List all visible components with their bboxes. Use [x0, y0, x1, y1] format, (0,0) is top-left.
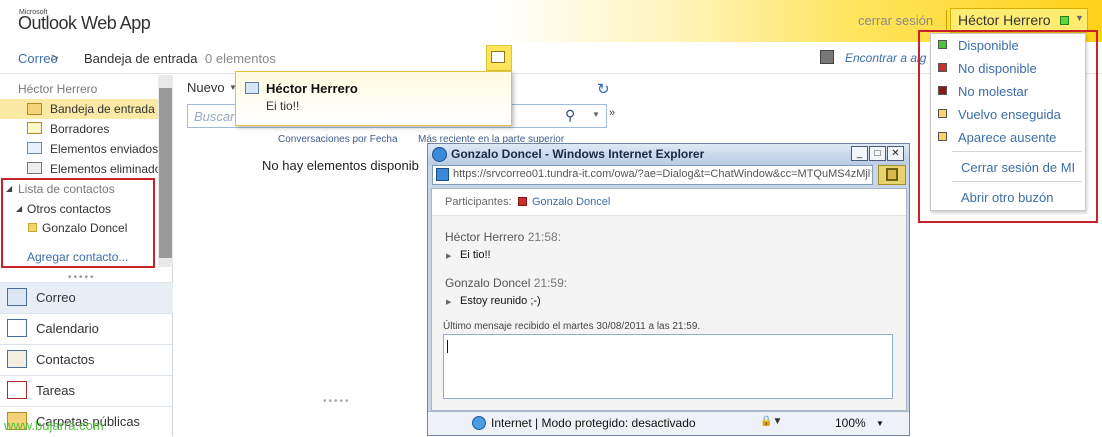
sort-by-dropdown[interactable]: Conversaciones por Fecha [278, 134, 398, 145]
participants-label: Participantes: [445, 196, 512, 208]
message-sender: Gonzalo Doncel 21:59: [445, 276, 568, 290]
other-contacts-group[interactable]: Otros contactos [27, 202, 111, 216]
minimize-button[interactable]: _ [851, 146, 868, 161]
message-text: Estoy reunido ;-) [460, 295, 541, 307]
expand-search-icon[interactable]: » [609, 107, 615, 119]
message-time: 21:59: [533, 276, 568, 290]
address-book-icon[interactable] [820, 50, 834, 64]
maximize-button[interactable]: □ [869, 146, 886, 161]
chevron-down-icon[interactable]: ▼ [1075, 13, 1084, 23]
zoom-level[interactable]: 100% [835, 416, 866, 430]
presence-available-icon [938, 40, 947, 49]
presence-available-icon [1060, 16, 1069, 25]
module-label[interactable]: Calendario [36, 321, 99, 336]
search-icon[interactable]: ⚲ [565, 107, 575, 124]
find-someone-link[interactable]: Encontrar a alg [845, 51, 926, 65]
page-icon [436, 168, 449, 181]
breadcrumb-folder: Bandeja de entrada [84, 51, 198, 66]
message-text: Ei tio!! [460, 249, 491, 261]
open-other-mailbox[interactable]: Abrir otro buzón [961, 190, 1054, 205]
globe-icon [472, 416, 486, 430]
breadcrumb-separator: > [51, 50, 59, 65]
folder-label[interactable]: Bandeja de entrada [50, 102, 155, 116]
deleted-items-icon [27, 162, 42, 174]
toast-sender[interactable]: Héctor Herrero [266, 81, 358, 96]
text-caret [447, 340, 448, 353]
module-label[interactable]: Tareas [36, 383, 75, 398]
signout-link[interactable]: cerrar sesión [858, 13, 933, 28]
header-divider [946, 10, 947, 32]
contact-gonzalo[interactable]: Gonzalo Doncel [42, 221, 127, 235]
calendar-icon [7, 319, 27, 337]
presence-menu [930, 33, 1086, 211]
app-logo: Outlook Web App [18, 13, 151, 33]
folder-drafts[interactable]: Borradores [50, 122, 109, 136]
last-message-info: Último mensaje recibido el martes 30/08/… [443, 321, 701, 332]
chat-bubble-icon [245, 82, 259, 94]
presence-away-icon [938, 132, 947, 141]
presence-brb-icon [938, 109, 947, 118]
chat-bubble-icon[interactable] [491, 51, 505, 63]
presence-brb[interactable]: Vuelvo enseguida [958, 107, 1061, 122]
new-button[interactable]: Nuevo [187, 80, 225, 95]
resize-grip[interactable]: ••••• [323, 396, 351, 407]
collapse-triangle-icon[interactable]: ◢ [16, 204, 22, 213]
collapse-triangle-icon[interactable]: ◢ [6, 184, 12, 193]
message-time: 21:58: [527, 230, 562, 244]
drafts-icon [27, 122, 42, 134]
contacts-icon [7, 350, 27, 368]
message-sender: Héctor Herrero 21:58: [445, 230, 562, 244]
menu-divider [952, 181, 1082, 182]
presence-busy[interactable]: No disponible [958, 61, 1037, 76]
module-label[interactable]: Correo [36, 290, 76, 305]
presence-away-icon [28, 223, 37, 232]
presence-dnd[interactable]: No molestar [958, 84, 1028, 99]
search-options-chevron-icon[interactable]: ▼ [592, 110, 600, 119]
close-button[interactable]: ✕ [887, 146, 904, 161]
bullet-icon: ▶ [446, 253, 452, 260]
signout-im[interactable]: Cerrar sesión de MI [961, 160, 1075, 175]
lock-icon[interactable] [886, 168, 898, 181]
presence-available[interactable]: Disponible [958, 38, 1019, 53]
protected-mode-icon[interactable]: 🔒▼ [760, 416, 782, 427]
search-placeholder[interactable]: Buscar [194, 109, 234, 124]
tasks-icon [7, 381, 27, 399]
nav-scrollbar-thumb[interactable] [159, 88, 172, 258]
toast-message[interactable]: Ei tio!! [266, 99, 299, 113]
mailbox-owner[interactable]: Héctor Herrero [18, 82, 97, 96]
contact-list-title[interactable]: Lista de contactos [18, 182, 115, 196]
menu-divider [952, 151, 1082, 152]
presence-away[interactable]: Aparece ausente [958, 130, 1056, 145]
ie-logo-icon [432, 147, 447, 162]
folder-deleted[interactable]: Elementos eliminados [50, 162, 158, 176]
participant-name[interactable]: Gonzalo Doncel [532, 196, 610, 208]
bullet-icon: ▶ [446, 299, 452, 306]
user-name[interactable]: Héctor Herrero [958, 12, 1051, 28]
mail-icon [7, 288, 27, 306]
presence-dnd-icon [938, 86, 947, 95]
status-zone[interactable]: Internet | Modo protegido: desactivado [491, 416, 696, 430]
add-contact-link[interactable]: Agregar contacto... [27, 250, 128, 264]
chevron-down-icon[interactable]: ▼ [876, 419, 884, 428]
module-label[interactable]: Contactos [36, 352, 95, 367]
presence-busy-icon [938, 63, 947, 72]
address-url[interactable]: https://srvcorreo01.tundra-it.com/owa/?a… [453, 168, 871, 180]
refresh-icon[interactable]: ↻ [597, 80, 610, 98]
window-title: Gonzalo Doncel - Windows Internet Explor… [451, 147, 705, 161]
chat-input[interactable] [443, 334, 893, 399]
empty-list-message: No hay elementos disponib [262, 158, 419, 173]
folder-sent[interactable]: Elementos enviados [50, 142, 158, 156]
item-count: 0 elementos [205, 51, 276, 66]
watermark: www.bujarra.com [4, 418, 104, 433]
sent-items-icon [27, 142, 42, 154]
presence-busy-icon [518, 197, 527, 206]
inbox-icon [27, 103, 42, 115]
